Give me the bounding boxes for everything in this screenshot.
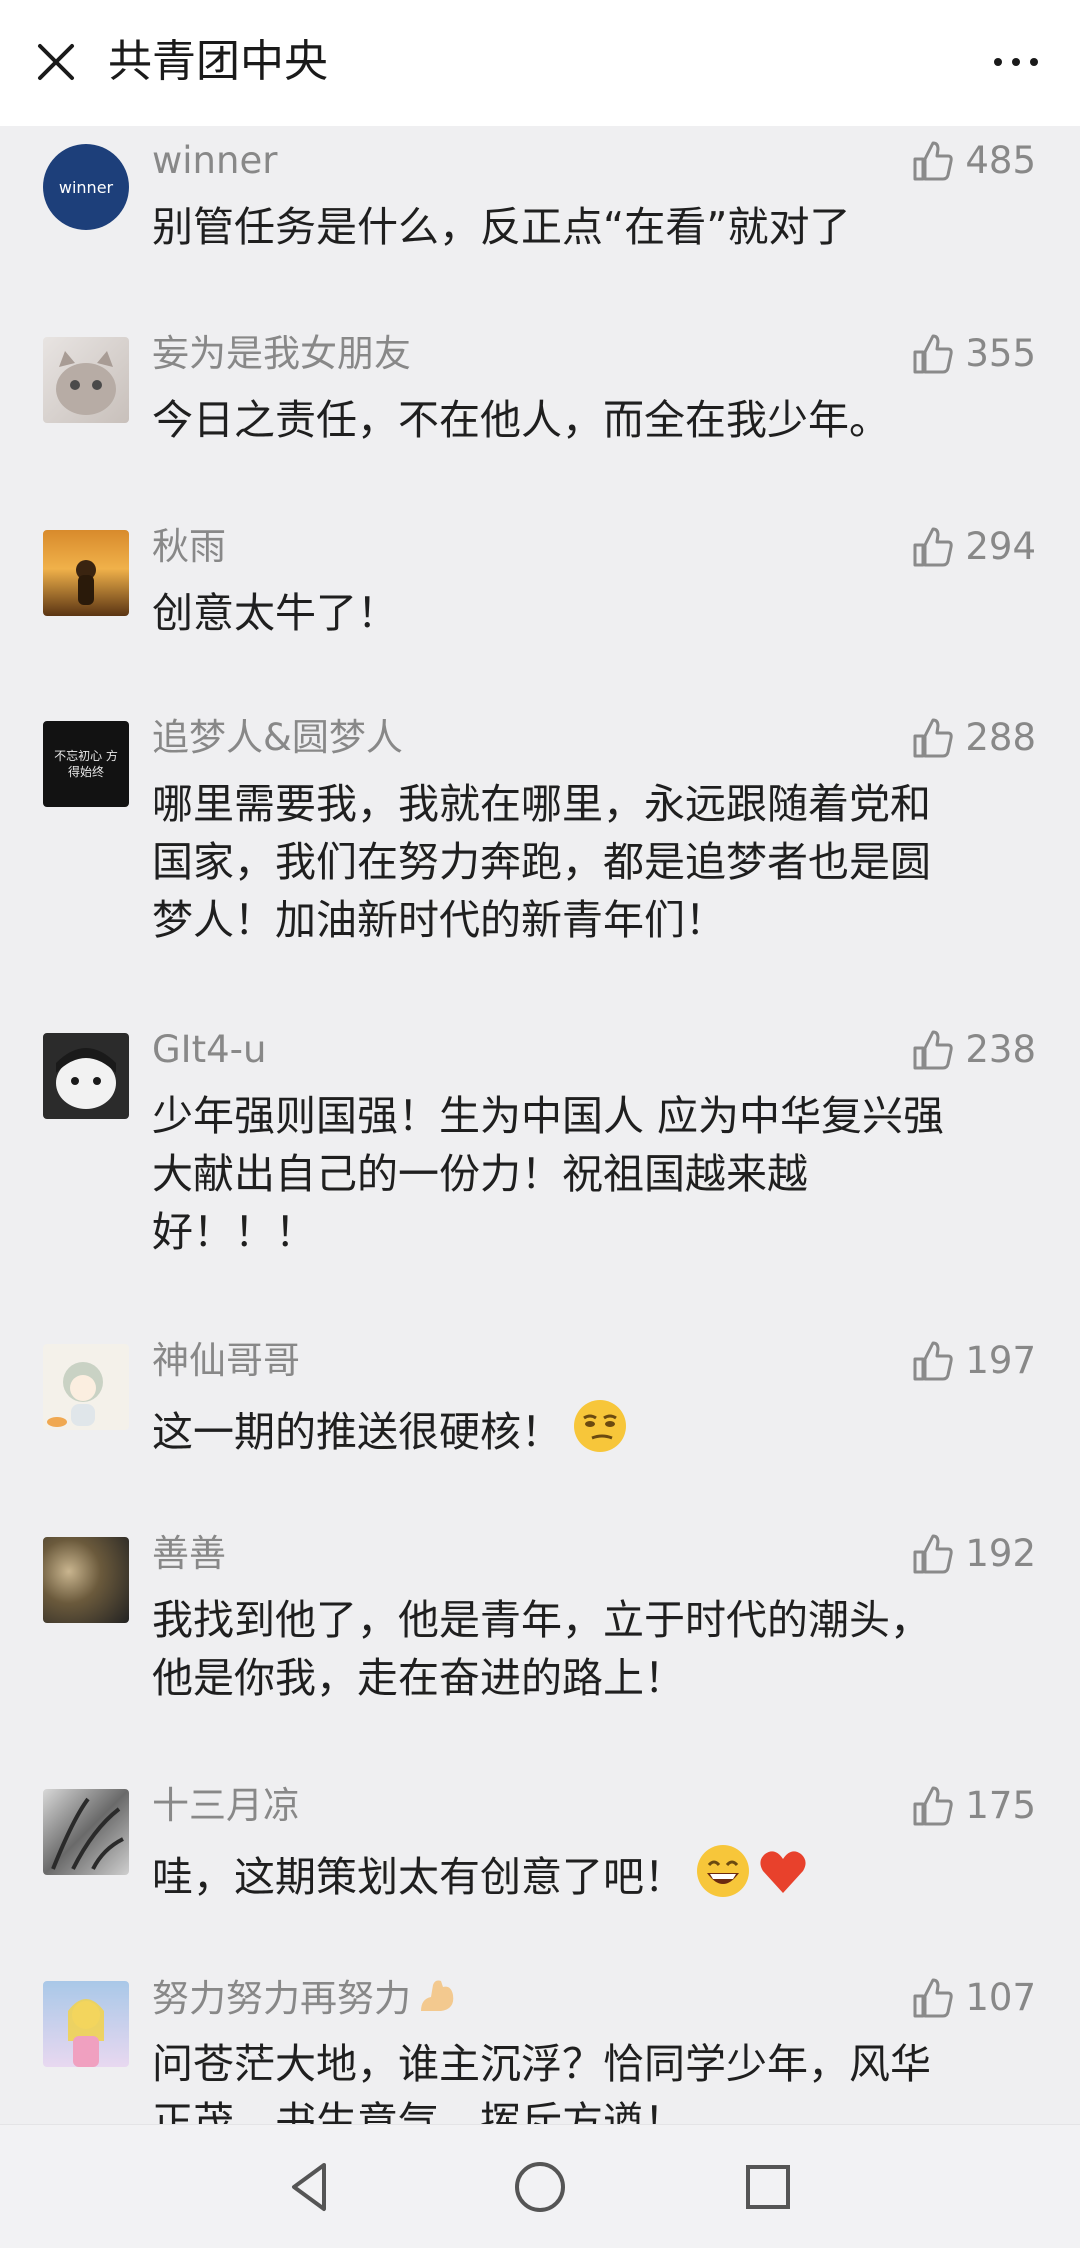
close-icon[interactable] — [30, 36, 82, 88]
like-count: 355 — [965, 332, 1036, 375]
comment-text: 创意太牛了！ — [152, 589, 398, 637]
like-count: 238 — [965, 1028, 1036, 1071]
nickname: 追梦人&圆梦人 — [152, 716, 403, 759]
like-count: 192 — [965, 1532, 1036, 1575]
nickname: 善善 — [152, 1532, 226, 1575]
nickname: 努力努力再努力 — [152, 1973, 459, 2030]
avatar[interactable]: 不忘初心 方得始终 — [43, 721, 129, 807]
like-button[interactable]: 355 — [911, 329, 1036, 379]
nickname: 十三月凉 — [152, 1784, 300, 1827]
like-count: 175 — [965, 1784, 1036, 1827]
like-button[interactable]: 197 — [911, 1336, 1036, 1386]
comment-text: 问苍茫大地，谁主沉浮？恰同学少年，风华 正茂，书生意气，挥斥方遒！ — [152, 2040, 931, 2124]
avatar[interactable] — [43, 1789, 129, 1875]
comment-text-content: 哇，这期策划太有创意了吧！ — [152, 1853, 685, 1901]
thumbs-up-icon — [913, 718, 954, 758]
nickname: 神仙哥哥 — [152, 1339, 300, 1382]
avatar[interactable] — [43, 1344, 129, 1430]
like-button[interactable]: 294 — [911, 522, 1036, 572]
recents-square-icon[interactable] — [736, 2155, 800, 2219]
comments-screen: 共青团中央 winner winner 485 别管任务是什么，反正点“在看”就… — [0, 0, 1080, 2248]
like-button[interactable]: 175 — [911, 1781, 1036, 1831]
comment-text: 哇，这期策划太有创意了吧！ — [152, 1843, 1022, 1914]
comment-text: 我找到他了，他是青年，立于时代的潮头， 他是你我，走在奋进的路上！ — [152, 1596, 931, 1702]
comment-text-content: 这一期的推送很硬核！ — [152, 1408, 562, 1456]
avatar-label: 不忘初心 方得始终 — [54, 749, 118, 779]
like-button[interactable]: 485 — [911, 136, 1036, 186]
like-count: 107 — [965, 1976, 1036, 2019]
comment-text: 今日之责任，不在他人，而全在我少年。 — [152, 396, 890, 444]
page-title: 共青团中央 — [108, 36, 328, 87]
flexed-arm-emoji — [415, 1973, 459, 2030]
thumbs-up-icon — [913, 1534, 954, 1574]
avatar[interactable] — [43, 1537, 129, 1623]
thumbs-up-icon — [913, 334, 954, 374]
thumbs-up-icon — [913, 141, 954, 181]
more-icon[interactable] — [986, 40, 1046, 84]
like-count: 294 — [965, 525, 1036, 568]
thumbs-up-icon — [913, 527, 954, 567]
nickname: GIt4-u — [152, 1028, 267, 1071]
nickname: winner — [152, 139, 278, 182]
system-nav-bar — [0, 2124, 1080, 2248]
like-count: 288 — [965, 716, 1036, 759]
like-button[interactable]: 238 — [911, 1025, 1036, 1075]
thumbs-up-icon — [913, 1978, 954, 2018]
like-button[interactable]: 107 — [911, 1973, 1036, 2023]
comment-text: 别管任务是什么，反正点“在看”就对了 — [152, 203, 851, 251]
nickname-text: 努力努力再努力 — [152, 1977, 411, 2020]
home-circle-icon[interactable] — [508, 2155, 572, 2219]
avatar[interactable] — [43, 1981, 129, 2067]
heart-emoji — [755, 1843, 811, 1914]
like-count: 485 — [965, 139, 1036, 182]
nickname: 秋雨 — [152, 525, 226, 568]
like-count: 197 — [965, 1339, 1036, 1382]
avatar[interactable] — [43, 530, 129, 616]
avatar-label: winner — [58, 177, 114, 197]
top-bar: 共青团中央 — [0, 0, 1080, 126]
like-button[interactable]: 288 — [911, 713, 1036, 763]
comment-text: 这一期的推送很硬核！ — [152, 1398, 1022, 1469]
avatar[interactable] — [43, 337, 129, 423]
thumbs-up-icon — [913, 1786, 954, 1826]
comment-text: 少年强则国强！生为中国人 应为中华复兴强 大献出自己的一份力！祝祖国越来越 好！… — [152, 1092, 945, 1256]
thumbs-up-icon — [913, 1341, 954, 1381]
like-button[interactable]: 192 — [911, 1529, 1036, 1579]
grin-emoji — [695, 1843, 751, 1914]
comment-list[interactable]: winner winner 485 别管任务是什么，反正点“在看”就对了 妄为是… — [0, 126, 1080, 2124]
comment-text: 哪里需要我，我就在哪里，永远跟随着党和 国家，我们在努力奔跑，都是追梦者也是圆 … — [152, 780, 931, 944]
avatar[interactable] — [43, 1033, 129, 1119]
avatar[interactable]: winner — [43, 144, 129, 230]
smirk-emoji — [572, 1398, 628, 1469]
nickname: 妄为是我女朋友 — [152, 332, 411, 375]
thumbs-up-icon — [913, 1030, 954, 1070]
back-triangle-icon[interactable] — [278, 2155, 342, 2219]
